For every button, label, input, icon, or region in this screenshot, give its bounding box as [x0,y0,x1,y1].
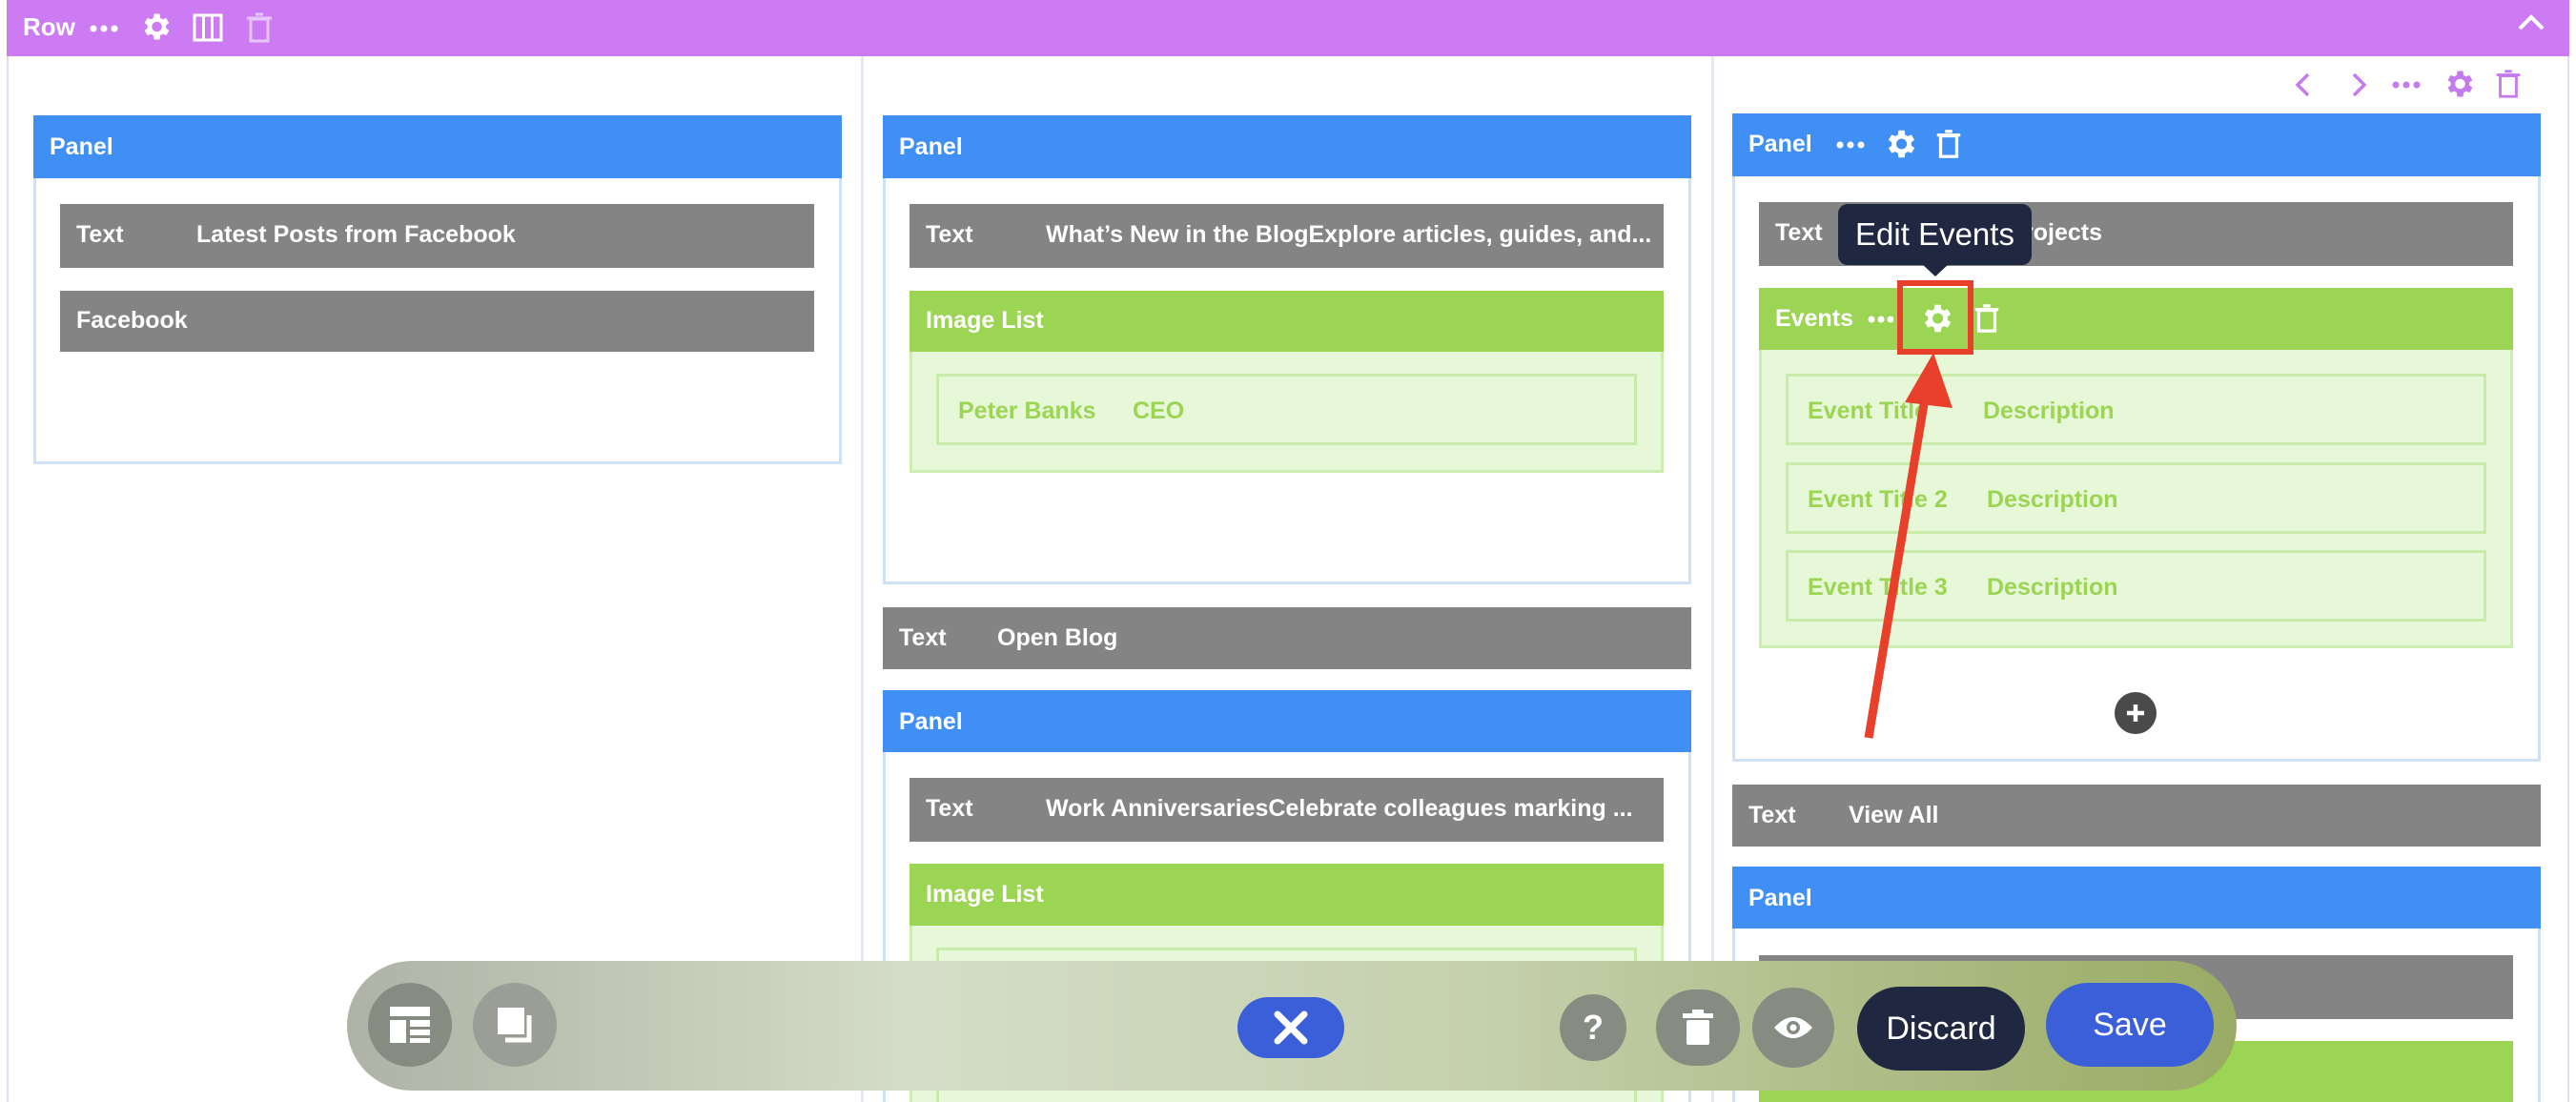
events-header[interactable]: Events [1759,288,2513,350]
tooltip-arrow [1921,263,1950,276]
item-name: Peter Banks [958,398,1096,424]
text-block[interactable]: Text What’s New in the BlogExplore artic… [910,204,1664,268]
text-block-label: Text [899,624,947,651]
text-block-value: What’s New in the BlogExplore articles, … [1046,221,1652,248]
text-block[interactable]: Text View All [1732,785,2541,847]
annotation-arrow [1864,353,1952,739]
trash-icon[interactable] [2493,67,2524,101]
text-block-label: Text [1775,219,1823,246]
gear-icon[interactable] [2442,67,2476,101]
trash-icon[interactable] [1933,127,1964,161]
save-label: Save [2093,1007,2167,1043]
image-list-header[interactable]: Image List [910,291,1664,352]
delete-button[interactable] [1656,990,1740,1066]
preview-button-bg[interactable] [1752,988,1834,1068]
text-block-value: Work AnniversariesCelebrate colleagues m… [1046,795,1633,822]
text-block[interactable]: Text Latest Posts from Facebook [60,204,814,268]
image-list-header[interactable]: Image List [910,864,1664,926]
row-title: Row [23,12,75,41]
text-block-label: Text [926,795,973,822]
trash-icon[interactable] [1972,301,2002,336]
more-icon[interactable] [1867,303,1893,336]
add-block-button[interactable] [2114,691,2157,735]
more-icon[interactable] [2389,69,2423,101]
help-icon: ? [1583,1008,1604,1047]
eye-icon [1772,1012,1814,1043]
close-button[interactable] [1237,997,1344,1058]
gear-icon[interactable] [1882,126,1918,162]
facebook-block[interactable]: Facebook [60,291,814,352]
text-block-label: Text [926,221,973,248]
event-description: Description [1987,486,2118,513]
text-block-value: Open Blog [997,624,1118,651]
panel-header[interactable]: Panel [883,690,1691,752]
edit-events-tooltip: Edit Events [1838,204,2032,265]
close-icon [1273,1010,1309,1046]
event-description: Description [1987,574,2118,601]
image-list-item[interactable]: Peter Banks CEO [936,374,1637,445]
text-block-value: Latest Posts from Facebook [196,221,516,248]
facebook-label: Facebook [76,307,188,334]
column-divider [861,56,864,1102]
text-block-label: Text [1748,802,1796,828]
text-block[interactable]: Text Open Blog [883,607,1691,669]
panel-header[interactable]: Panel [33,115,842,178]
layers-icon [496,1006,536,1046]
layout-icon [389,1006,431,1044]
column-divider [1711,56,1714,1102]
trash-icon[interactable] [243,10,276,45]
events-title: Events [1775,305,1853,332]
trash-icon [1681,1009,1715,1047]
discard-button[interactable]: Discard [1857,987,2025,1071]
panel-title: Panel [899,708,963,735]
panel-header[interactable]: Panel [1732,113,2541,176]
row-toolbar: Row [7,0,2569,56]
item-role: CEO [1133,398,1185,424]
image-list-title: Image List [926,881,1044,908]
image-list-title: Image List [926,307,1044,334]
chevron-right-icon[interactable] [2344,69,2373,101]
save-button[interactable]: Save [2046,983,2214,1067]
more-icon[interactable] [87,11,121,46]
panel-header[interactable]: Panel [1732,867,2541,929]
panel-title: Panel [899,133,963,160]
gear-icon[interactable] [138,10,173,44]
edit-events-highlight [1897,280,1973,355]
help-button[interactable]: ? [1560,994,1626,1061]
layout-button[interactable] [368,983,452,1067]
more-icon[interactable] [1833,128,1868,162]
panel-title: Panel [1748,885,1812,911]
text-block-label: Text [76,221,124,248]
tooltip-text: Edit Events [1855,216,2014,252]
text-block[interactable]: Text Work AnniversariesCelebrate colleag… [910,778,1664,842]
columns-icon[interactable] [192,11,224,44]
chevron-up-icon[interactable] [2514,10,2548,38]
event-description: Description [1983,398,2115,424]
panel-title: Panel [1748,131,1812,157]
panel-title: Panel [50,133,113,160]
discard-label: Discard [1886,1010,1996,1047]
text-block-value: rojects [2024,219,2102,246]
chevron-left-icon[interactable] [2289,69,2318,101]
panel-header[interactable]: Panel [883,115,1691,178]
text-block-value: View All [1849,802,1939,828]
layers-button[interactable] [473,983,557,1067]
